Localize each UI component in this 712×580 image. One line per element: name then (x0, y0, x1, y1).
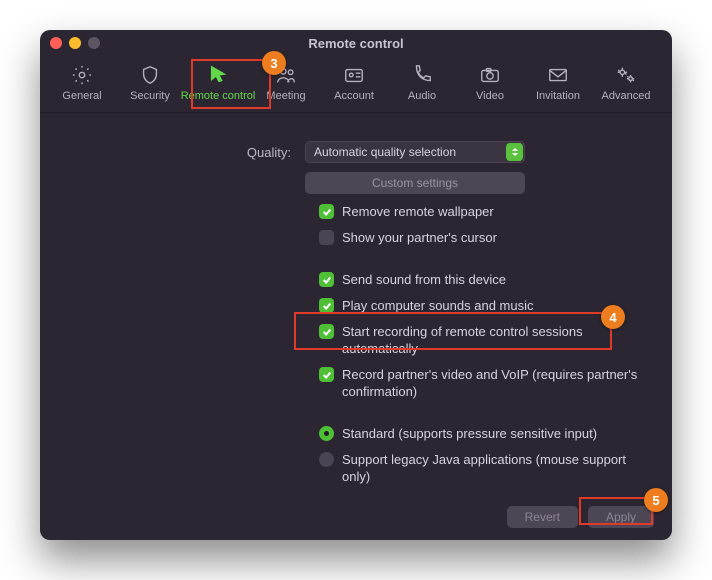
quality-label: Quality: (60, 145, 305, 160)
titlebar: Remote control (40, 30, 672, 56)
checkbox-empty-icon (319, 230, 334, 245)
tab-label: Advanced (602, 90, 651, 102)
checkbox-remove-wallpaper[interactable]: Remove remote wallpaper (319, 203, 652, 220)
tab-audio[interactable]: Audio (388, 60, 456, 108)
id-card-icon (343, 64, 365, 86)
close-window-button[interactable] (50, 37, 62, 49)
gears-icon (615, 64, 637, 86)
tab-label: Account (334, 90, 374, 102)
custom-settings-label: Custom settings (372, 176, 458, 190)
checkmark-icon (319, 324, 334, 339)
checkmark-icon (319, 204, 334, 219)
radio-label: Support legacy Java applications (mouse … (342, 451, 652, 485)
content-pane: Quality: Automatic quality selection Cus… (40, 113, 672, 540)
tab-remote-control[interactable]: Remote control (184, 60, 252, 108)
checkbox-label: Send sound from this device (342, 271, 506, 288)
popup-arrows-icon (506, 143, 523, 161)
tab-general[interactable]: General (48, 60, 116, 108)
tab-label: General (62, 90, 101, 102)
revert-button[interactable]: Revert (507, 506, 578, 528)
checkmark-icon (319, 298, 334, 313)
preferences-window: Remote control General Security Remote c… (40, 30, 672, 540)
radio-legacy-java[interactable]: Support legacy Java applications (mouse … (319, 451, 652, 485)
checkbox-label: Show your partner's cursor (342, 229, 497, 246)
tab-label: Meeting (266, 90, 305, 102)
tab-security[interactable]: Security (116, 60, 184, 108)
shield-icon (139, 64, 161, 86)
tab-label: Audio (408, 90, 436, 102)
people-icon (275, 64, 297, 86)
tab-label: Video (476, 90, 504, 102)
checkbox-play-sounds[interactable]: Play computer sounds and music (319, 297, 652, 314)
tab-video[interactable]: Video (456, 60, 524, 108)
checkmark-icon (319, 272, 334, 287)
envelope-icon (547, 64, 569, 86)
tab-advanced[interactable]: Advanced (592, 60, 660, 108)
cursor-icon (207, 64, 229, 86)
checkbox-send-sound[interactable]: Send sound from this device (319, 271, 652, 288)
checkbox-label: Record partner's video and VoIP (require… (342, 366, 652, 400)
radio-selected-icon (319, 426, 334, 441)
window-title: Remote control (40, 36, 672, 51)
custom-settings-button[interactable]: Custom settings (305, 172, 525, 194)
camera-icon (479, 64, 501, 86)
gear-icon (71, 64, 93, 86)
checkbox-show-cursor[interactable]: Show your partner's cursor (319, 229, 652, 246)
tab-invitation[interactable]: Invitation (524, 60, 592, 108)
phone-icon (411, 64, 433, 86)
tab-label: Remote control (181, 90, 256, 102)
quality-value: Automatic quality selection (314, 145, 456, 159)
radio-standard-input[interactable]: Standard (supports pressure sensitive in… (319, 425, 652, 442)
minimize-window-button[interactable] (69, 37, 81, 49)
checkbox-record-voip[interactable]: Record partner's video and VoIP (require… (319, 366, 652, 400)
apply-label: Apply (606, 510, 636, 524)
quality-popup[interactable]: Automatic quality selection (305, 141, 525, 163)
radio-label: Standard (supports pressure sensitive in… (342, 425, 597, 442)
checkbox-label: Remove remote wallpaper (342, 203, 494, 220)
tab-meeting[interactable]: Meeting (252, 60, 320, 108)
tab-account[interactable]: Account (320, 60, 388, 108)
zoom-window-button[interactable] (88, 37, 100, 49)
checkmark-icon (319, 367, 334, 382)
apply-button[interactable]: Apply (588, 506, 654, 528)
tab-label: Invitation (536, 90, 580, 102)
revert-label: Revert (525, 510, 560, 524)
radio-unselected-icon (319, 452, 334, 467)
window-controls (50, 37, 100, 49)
checkbox-label: Play computer sounds and music (342, 297, 533, 314)
footer-buttons: Revert Apply (507, 506, 654, 528)
checkbox-label: Start recording of remote control sessio… (342, 323, 652, 357)
checkbox-start-recording[interactable]: Start recording of remote control sessio… (319, 323, 652, 357)
preferences-toolbar: General Security Remote control Meeting … (40, 56, 672, 113)
tab-label: Security (130, 90, 170, 102)
